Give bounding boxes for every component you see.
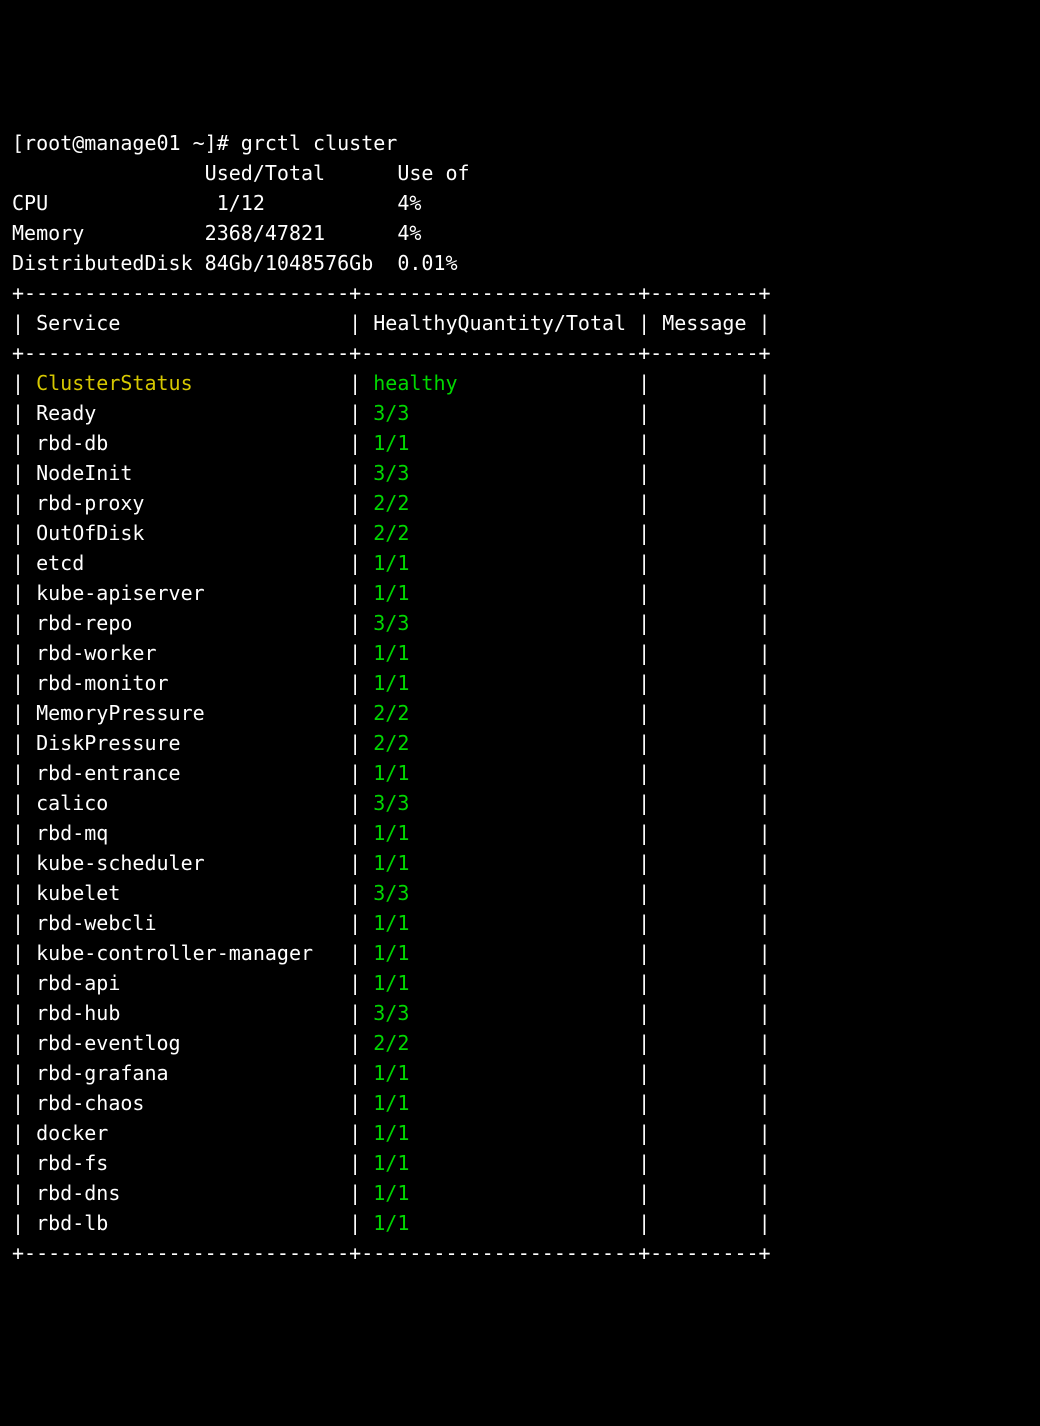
service-cell: rbd-webcli — [36, 911, 337, 935]
health-cell: 1/1 — [373, 1091, 626, 1115]
service-cell: rbd-entrance — [36, 761, 337, 785]
health-cell: 1/1 — [373, 1181, 626, 1205]
health-cell: 3/3 — [373, 791, 626, 815]
service-cell: NodeInit — [36, 461, 337, 485]
service-cell: rbd-monitor — [36, 671, 337, 695]
service-cell: kube-apiserver — [36, 581, 337, 605]
health-cell: 1/1 — [373, 941, 626, 965]
terminal-output: [root@manage01 ~]# grctl cluster Used/To… — [12, 128, 1028, 1268]
health-cell: 1/1 — [373, 1151, 626, 1175]
service-cell: rbd-worker — [36, 641, 337, 665]
health-cell: 3/3 — [373, 1001, 626, 1025]
health-cell: 1/1 — [373, 761, 626, 785]
health-cell: 1/1 — [373, 641, 626, 665]
health-cell: 1/1 — [373, 821, 626, 845]
service-cell: rbd-mq — [36, 821, 337, 845]
health-cell: 1/1 — [373, 1211, 626, 1235]
health-cell: 1/1 — [373, 971, 626, 995]
health-cell: 1/1 — [373, 1121, 626, 1145]
service-cell: rbd-hub — [36, 1001, 337, 1025]
service-cell: rbd-eventlog — [36, 1031, 337, 1055]
health-cell: healthy — [373, 371, 626, 395]
health-cell: 1/1 — [373, 911, 626, 935]
health-cell: 3/3 — [373, 881, 626, 905]
service-cell: rbd-lb — [36, 1211, 337, 1235]
service-cell: rbd-dns — [36, 1181, 337, 1205]
health-cell: 2/2 — [373, 491, 626, 515]
health-cell: 3/3 — [373, 461, 626, 485]
shell-prompt: [root@manage01 ~]# — [12, 131, 229, 155]
health-cell: 1/1 — [373, 671, 626, 695]
service-cell: Ready — [36, 401, 337, 425]
service-cell: rbd-db — [36, 431, 337, 455]
service-cell: DiskPressure — [36, 731, 337, 755]
health-cell: 2/2 — [373, 731, 626, 755]
service-cell: kube-controller-manager — [36, 941, 337, 965]
service-cell: rbd-fs — [36, 1151, 337, 1175]
service-cell: rbd-api — [36, 971, 337, 995]
service-cell: etcd — [36, 551, 337, 575]
health-cell: 1/1 — [373, 431, 626, 455]
health-cell: 1/1 — [373, 581, 626, 605]
service-cell: kubelet — [36, 881, 337, 905]
health-cell: 1/1 — [373, 551, 626, 575]
resource-row-0: CPU 1/12 4% — [12, 191, 421, 215]
health-cell: 2/2 — [373, 1031, 626, 1055]
service-cell: docker — [36, 1121, 337, 1145]
health-cell: 2/2 — [373, 701, 626, 725]
service-cell: MemoryPressure — [36, 701, 337, 725]
resource-row-1: Memory 2368/47821 4% — [12, 221, 421, 245]
service-cell: rbd-chaos — [36, 1091, 337, 1115]
service-cell: kube-scheduler — [36, 851, 337, 875]
service-cell: rbd-repo — [36, 611, 337, 635]
service-cell: OutOfDisk — [36, 521, 337, 545]
service-cell: calico — [36, 791, 337, 815]
health-cell: 1/1 — [373, 851, 626, 875]
service-cell: ClusterStatus — [36, 371, 337, 395]
health-cell: 2/2 — [373, 521, 626, 545]
health-cell: 1/1 — [373, 1061, 626, 1085]
service-cell: rbd-proxy — [36, 491, 337, 515]
health-cell: 3/3 — [373, 401, 626, 425]
health-cell: 3/3 — [373, 611, 626, 635]
resource-row-2: DistributedDisk 84Gb/1048576Gb 0.01% — [12, 251, 458, 275]
service-cell: rbd-grafana — [36, 1061, 337, 1085]
command-text: grctl cluster — [241, 131, 398, 155]
